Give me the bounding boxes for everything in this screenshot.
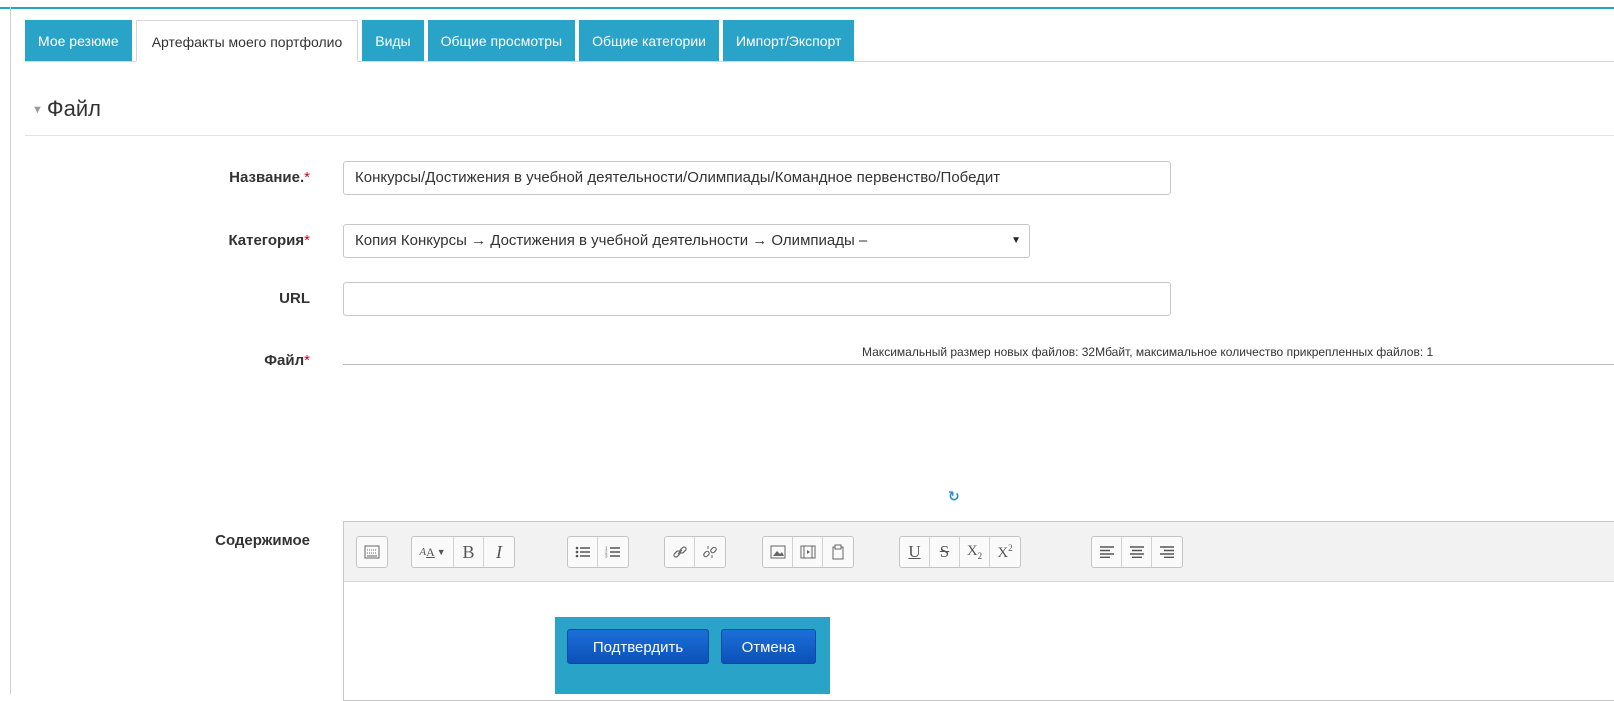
confirm-panel: Подтвердить Отмена	[555, 617, 830, 694]
show-more-icon[interactable]	[357, 537, 387, 567]
tab-views[interactable]: Виды	[362, 20, 424, 62]
category-selected-value: Копия Конкурсы → Достижения в учебной де…	[355, 232, 868, 249]
collapse-caret-icon[interactable]: ▼	[32, 104, 43, 116]
name-label: Название.*	[229, 169, 310, 186]
align-right-icon[interactable]	[1152, 537, 1182, 567]
superscript-icon[interactable]: X2	[990, 537, 1020, 567]
cancel-button[interactable]: Отмена	[721, 629, 816, 664]
category-select[interactable]: Копия Конкурсы → Достижения в учебной де…	[343, 224, 1030, 258]
italic-icon[interactable]: I	[484, 537, 514, 567]
tab-artefacts[interactable]: Артефакты моего портфолио	[135, 20, 359, 62]
top-accent-line	[0, 7, 1614, 9]
url-label: URL	[279, 290, 310, 307]
editor-toolbar: A A ▼ B I 123 U S X2 X2	[344, 522, 1614, 582]
media-icon[interactable]	[793, 537, 823, 567]
manage-files-icon[interactable]	[823, 537, 853, 567]
required-mark: *	[304, 352, 310, 369]
required-mark: *	[304, 169, 310, 186]
page-left-border	[10, 7, 11, 694]
section-header[interactable]: ▼ Файл	[32, 96, 101, 122]
toolbar-group-style: A A ▼ B I	[411, 536, 515, 568]
subscript-icon[interactable]: X2	[960, 537, 990, 567]
url-input[interactable]	[343, 282, 1171, 316]
toolbar-group-media	[762, 536, 854, 568]
loading-spinner-icon: ↻	[948, 488, 960, 504]
font-style-icon[interactable]: A A ▼	[412, 537, 454, 567]
tab-shared-categories[interactable]: Общие категории	[579, 20, 719, 62]
unlink-icon[interactable]	[695, 537, 725, 567]
tab-import-export[interactable]: Импорт/Экспорт	[722, 20, 855, 62]
toolbar-group-format: U S X2 X2	[899, 536, 1021, 568]
toolbar-group-more	[356, 536, 388, 568]
tab-shared-views[interactable]: Общие просмотры	[427, 20, 576, 62]
link-icon[interactable]	[665, 537, 695, 567]
category-label: Категория*	[228, 232, 310, 249]
image-icon[interactable]	[763, 537, 793, 567]
tab-resume[interactable]: Мое резюме	[25, 20, 132, 62]
portfolio-tabs: Мое резюме Артефакты моего портфолио Вид…	[25, 20, 855, 62]
unordered-list-icon[interactable]	[568, 537, 598, 567]
bold-icon[interactable]: B	[454, 537, 484, 567]
name-input[interactable]: Конкурсы/Достижения в учебной деятельнос…	[343, 161, 1171, 195]
dropdown-arrow-icon: ▼	[1011, 235, 1021, 246]
content-editor[interactable]: A A ▼ B I 123 U S X2 X2	[343, 521, 1614, 701]
toolbar-group-align	[1091, 536, 1183, 568]
align-left-icon[interactable]	[1092, 537, 1122, 567]
svg-text:3: 3	[605, 554, 608, 559]
align-center-icon[interactable]	[1122, 537, 1152, 567]
strikethrough-icon[interactable]: S	[930, 537, 960, 567]
underline-icon[interactable]: U	[900, 537, 930, 567]
required-mark: *	[304, 232, 310, 249]
file-limits-info: Максимальный размер новых файлов: 32Мбай…	[862, 345, 1434, 359]
file-label: Файл*	[264, 352, 310, 369]
ordered-list-icon[interactable]: 123	[598, 537, 628, 567]
confirm-button[interactable]: Подтвердить	[567, 629, 709, 664]
filepicker-area[interactable]	[343, 364, 1614, 365]
section-divider	[25, 135, 1614, 136]
toolbar-group-lists: 123	[567, 536, 629, 568]
toolbar-group-links	[664, 536, 726, 568]
section-title: Файл	[46, 96, 101, 121]
content-label: Содержимое	[215, 532, 310, 549]
